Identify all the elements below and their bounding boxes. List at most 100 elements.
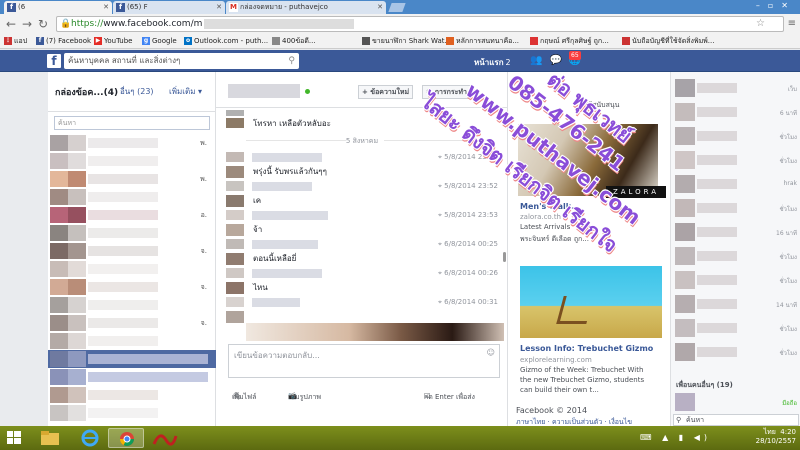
chat-contact[interactable]: ชั่วโมง [671,148,800,172]
bookmark-facebook[interactable]: f (7) Facebook [36,36,91,47]
message-text: จ้า [253,225,263,234]
forward-arrow-icon[interactable]: → [20,17,34,31]
tab-facebook-messages[interactable]: f (6 ✕ [4,1,112,14]
close-tab-icon[interactable]: ✕ [377,1,383,14]
tab-gmail[interactable]: M กล่องจดหมาย - puthavejco ✕ [226,1,386,14]
tab-facebook[interactable]: f (65) F ✕ [113,1,225,14]
conversation-item[interactable] [48,188,216,206]
other-tab[interactable]: อื่นๆ (23) [120,85,154,98]
actions-button[interactable]: ⚙ การกระทำ [422,85,471,99]
home-link[interactable]: หน้าแรก 2 [474,56,511,69]
chat-contact[interactable]: 6 นาที [671,100,800,124]
conversation-item[interactable] [48,296,216,314]
conversation-item[interactable] [48,152,216,170]
message-item: ⌖ 6/8/2014 00:26 ไหน [226,268,502,294]
chat-contact[interactable]: ชั่วโมง [671,244,800,268]
browser-tab-strip: f (6 ✕ f (65) F ✕ M กล่องจดหมาย - puthav… [0,0,800,14]
chat-search-input[interactable]: ⚲ ค้นหา [673,414,799,426]
last-active: ชั่วโมง [779,350,797,357]
facebook-icon: f [36,37,44,45]
chrome-menu-icon[interactable]: ≡ [788,18,796,30]
conversation-item[interactable]: จ. [48,314,216,332]
conversation-item[interactable] [48,350,216,368]
bookmark-star-icon[interactable]: ☆ [756,17,765,31]
chat-contact[interactable]: เว็บ [671,76,800,100]
bookmark-youtube[interactable]: ▶ YouTube [94,36,132,47]
ad-title[interactable]: Men's Walk... [520,202,580,211]
ad-image-trebuchet[interactable] [520,266,662,338]
chat-contact[interactable]: ชั่วโมง [671,196,800,220]
inbox-tab[interactable]: กล่องข้อค...(4) [55,85,118,99]
scrollbar[interactable] [503,252,506,262]
new-tab-button[interactable] [388,3,406,12]
avatar [68,171,86,187]
message-timestamp: ⌖ 6/8/2014 00:31 [437,298,498,306]
reply-textarea[interactable]: เขียนข้อความตอบกลับ... ☺ [228,344,500,378]
bookmark-outlook[interactable]: o Outlook.com - puth... [184,36,268,47]
bookmark-page[interactable]: หลักการสนทนาคือ... [446,36,519,47]
chat-contact[interactable]: ชั่วโมง [671,340,800,364]
window-controls[interactable]: –▫✕ [756,1,796,10]
chat-contact[interactable]: hrak [671,172,800,196]
last-active: ชั่วโมง [779,278,797,285]
app-icon[interactable] [146,428,182,448]
conversation-item[interactable] [48,260,216,278]
chat-contact[interactable]: มือถือ [671,390,800,414]
conversation-item[interactable]: จ. [48,242,216,260]
avatar [68,243,86,259]
avatar [675,393,695,411]
conversation-list-header: กล่องข้อค...(4) อื่นๆ (23) เพิ่มเติม ▾ [48,72,216,112]
close-tab-icon[interactable]: ✕ [103,1,109,14]
clock[interactable]: ไทย 4:20 28/10/2557 [756,428,796,446]
conversation-search-input[interactable]: ค้นหา [54,116,210,130]
bookmark-page[interactable]: 400ข้อดี... [272,36,316,47]
chat-contact[interactable]: 16 นาที [671,220,800,244]
bookmark-google[interactable]: g Google [142,36,177,47]
conversation-item[interactable] [48,368,216,386]
conversation-item[interactable] [48,224,216,242]
start-icon[interactable] [2,428,26,448]
ad-body: the new Trebuchet Gizmo, students [520,376,645,384]
conversation-item[interactable] [48,386,216,404]
emoji-icon[interactable]: ☺ [487,348,495,357]
last-active: 14 นาที [776,302,797,309]
chat-contact[interactable]: ชั่วโมง [671,268,800,292]
facebook-logo-icon[interactable]: f [47,54,61,68]
facebook-search-input[interactable]: ค้นหาบุคคล สถานที่ และสิ่งต่างๆ ⚲ [64,53,299,69]
system-tray-icons[interactable]: ⌨ ▲ ▮ ◀) [640,433,711,442]
chrome-icon[interactable] [108,428,144,448]
avatar [68,189,86,205]
conversation-item[interactable]: จ. [48,278,216,296]
ad-body: can build their own t... [520,386,599,394]
new-message-button[interactable]: + ข้อความใหม่ [358,85,414,99]
more-dropdown[interactable]: เพิ่มเติม ▾ [169,85,202,98]
address-bar[interactable]: 🔒 https://www.facebook.com/m ☆ [56,16,784,32]
conversation-item[interactable] [48,404,216,422]
bookmark-apps[interactable]: ⋮ แอป [4,36,27,47]
close-tab-icon[interactable]: ✕ [216,1,222,14]
search-icon[interactable]: ⚲ [288,53,295,69]
contact-name-redacted [697,83,737,93]
chat-contact[interactable]: ชั่วโมง [671,124,800,148]
conversation-item[interactable]: พ. [48,134,216,152]
avatar [675,103,695,121]
contact-name-redacted [88,408,158,418]
conversation-item[interactable]: อ. [48,206,216,224]
internet-explorer-icon[interactable] [72,428,108,448]
reload-icon[interactable]: ↻ [36,17,50,31]
thread-header: + ข้อความใหม่ ⚙ การกระทำ [216,72,508,108]
file-explorer-icon[interactable] [32,428,68,448]
ad-title[interactable]: Lesson Info: Trebuchet Gizmo [520,344,653,353]
bookmark-page[interactable]: กฤษณ์ ศรีกุลศิษฐ์ ถูก... [530,36,609,47]
chat-contact[interactable]: 14 นาที [671,292,800,316]
chat-contact[interactable]: ชั่วโมง [671,316,800,340]
photo-message[interactable] [246,323,504,341]
conversation-item[interactable]: พ. [48,170,216,188]
ad-image-zalora[interactable]: ZALORA [518,124,666,198]
bookmark-page[interactable]: ขายนาฬิกา Shark Wat... [362,36,451,47]
checkbox-icon[interactable]: ☑ [424,392,430,400]
avatar [675,127,695,145]
bookmark-page[interactable]: นับถือบัญชีที่ใช้จัดสิ่งพิมพ์... [622,36,714,47]
back-arrow-icon[interactable]: ← [4,17,18,31]
conversation-item[interactable] [48,332,216,350]
